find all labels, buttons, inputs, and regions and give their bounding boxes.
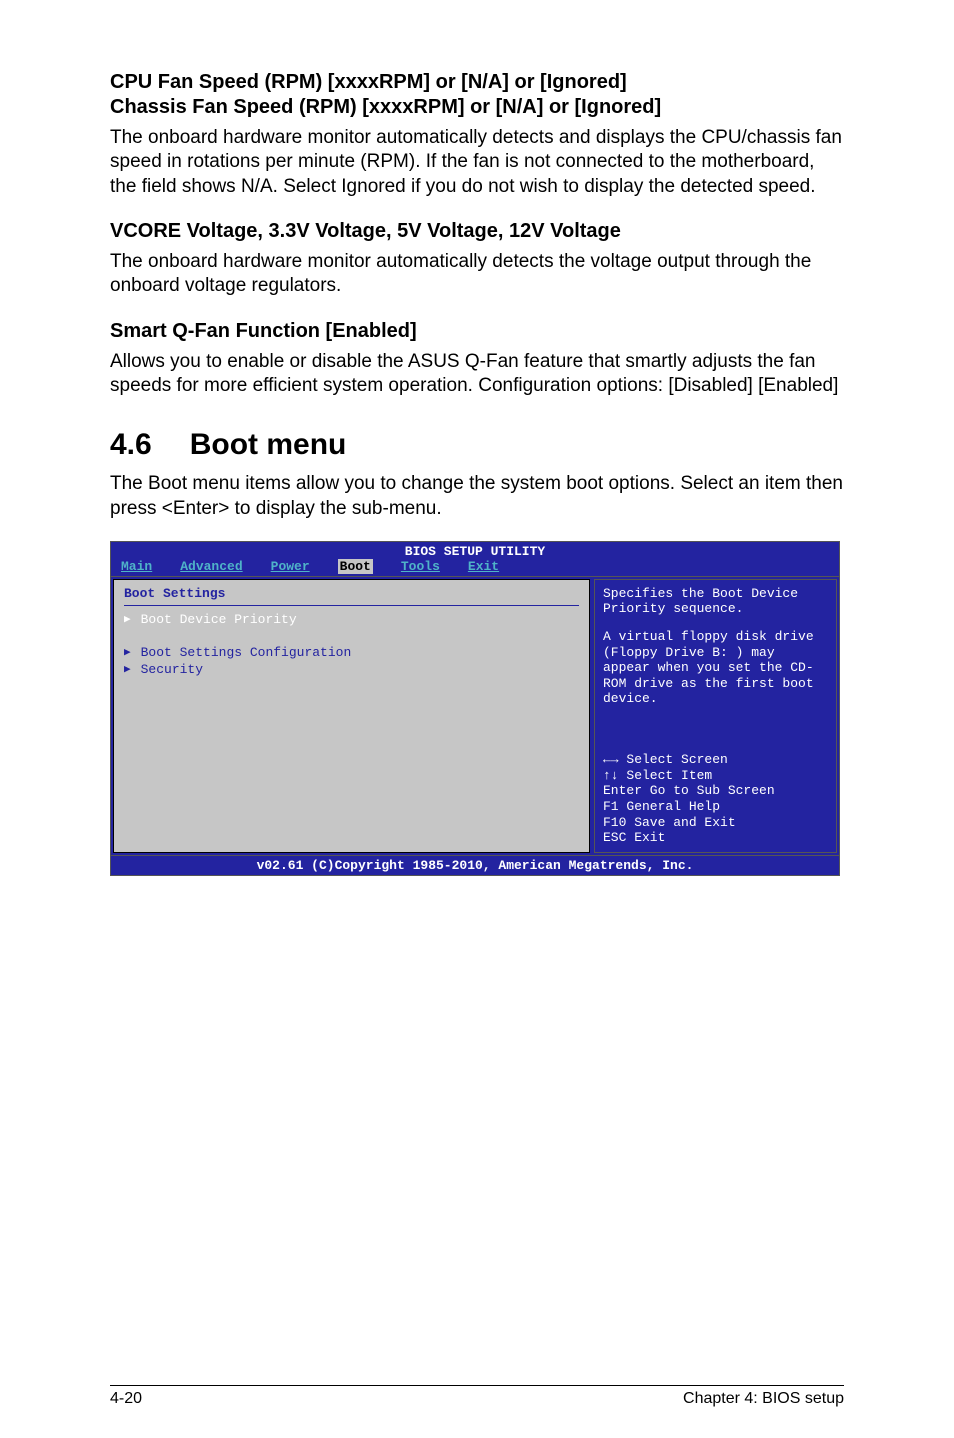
bios-tab-boot[interactable]: Boot (338, 559, 373, 574)
bios-body: Boot Settings ▶ Boot Device Priority ▶ B… (110, 576, 840, 856)
bios-item-label: Boot Settings Configuration (141, 645, 352, 660)
paragraph-qfan: Allows you to enable or disable the ASUS… (110, 350, 844, 399)
page-footer: 4-20 Chapter 4: BIOS setup (110, 1385, 844, 1408)
paragraph-vcore: The onboard hardware monitor automatical… (110, 250, 844, 299)
bios-screenshot: BIOS SETUP UTILITY Main Advanced Power B… (110, 541, 840, 876)
page-number: 4-20 (110, 1390, 142, 1408)
bios-tab-power[interactable]: Power (271, 559, 310, 574)
triangle-icon: ▶ (124, 612, 131, 626)
bios-title: BIOS SETUP UTILITY (111, 542, 839, 559)
bios-item-label: Boot Device Priority (141, 612, 297, 627)
section-intro: The Boot menu items allow you to change … (110, 472, 844, 521)
bios-key-line: Enter Go to Sub Screen (603, 783, 828, 799)
bios-item-security[interactable]: ▶ Security (124, 662, 579, 677)
bios-title-bar: BIOS SETUP UTILITY Main Advanced Power B… (110, 541, 840, 576)
bios-item-boot-device-priority[interactable]: ▶ Boot Device Priority (124, 612, 579, 627)
chapter-label: Chapter 4: BIOS setup (683, 1390, 844, 1408)
triangle-icon: ▶ (124, 662, 131, 676)
heading-line-1: CPU Fan Speed (RPM) [xxxxRPM] or [N/A] o… (110, 71, 627, 93)
bios-key-help: ←→ Select Screen ↑↓ Select Item Enter Go… (603, 732, 828, 846)
heading-cpu-fan: CPU Fan Speed (RPM) [xxxxRPM] or [N/A] o… (110, 70, 844, 120)
bios-help-note: A virtual floppy disk drive (Floppy Driv… (603, 629, 828, 707)
page: CPU Fan Speed (RPM) [xxxxRPM] or [N/A] o… (0, 0, 954, 1438)
heading-vcore: VCORE Voltage, 3.3V Voltage, 5V Voltage,… (110, 219, 844, 244)
bios-item-boot-settings-config[interactable]: ▶ Boot Settings Configuration (124, 645, 579, 660)
heading-qfan: Smart Q-Fan Function [Enabled] (110, 319, 844, 344)
section-title: 4.6 Boot menu (110, 428, 844, 462)
bios-key-line: F10 Save and Exit (603, 815, 828, 831)
heading-line-2: Chassis Fan Speed (RPM) [xxxxRPM] or [N/… (110, 96, 661, 118)
section-name: Boot menu (190, 428, 347, 461)
bios-tab-tools[interactable]: Tools (401, 559, 440, 574)
bios-key-line: ↑↓ Select Item (603, 768, 828, 784)
bios-item-label: Security (141, 662, 203, 677)
bios-key-line: ESC Exit (603, 830, 828, 846)
bios-footer: v02.61 (C)Copyright 1985-2010, American … (110, 856, 840, 876)
bios-help-desc: Specifies the Boot Device Priority seque… (603, 586, 828, 617)
bios-left-heading: Boot Settings (124, 586, 579, 606)
bios-tabs: Main Advanced Power Boot Tools Exit (111, 559, 839, 576)
section-number: 4.6 (110, 428, 152, 461)
bios-left-panel: Boot Settings ▶ Boot Device Priority ▶ B… (113, 579, 590, 853)
bios-key-line: F1 General Help (603, 799, 828, 815)
paragraph-cpu-fan: The onboard hardware monitor automatical… (110, 126, 844, 199)
bios-tab-advanced[interactable]: Advanced (180, 559, 242, 574)
bios-tab-exit[interactable]: Exit (468, 559, 499, 574)
bios-tab-main[interactable]: Main (121, 559, 152, 574)
spacer (124, 629, 579, 643)
bios-key-line: ←→ Select Screen (603, 752, 828, 768)
triangle-icon: ▶ (124, 645, 131, 659)
bios-right-panel: Specifies the Boot Device Priority seque… (594, 579, 837, 853)
